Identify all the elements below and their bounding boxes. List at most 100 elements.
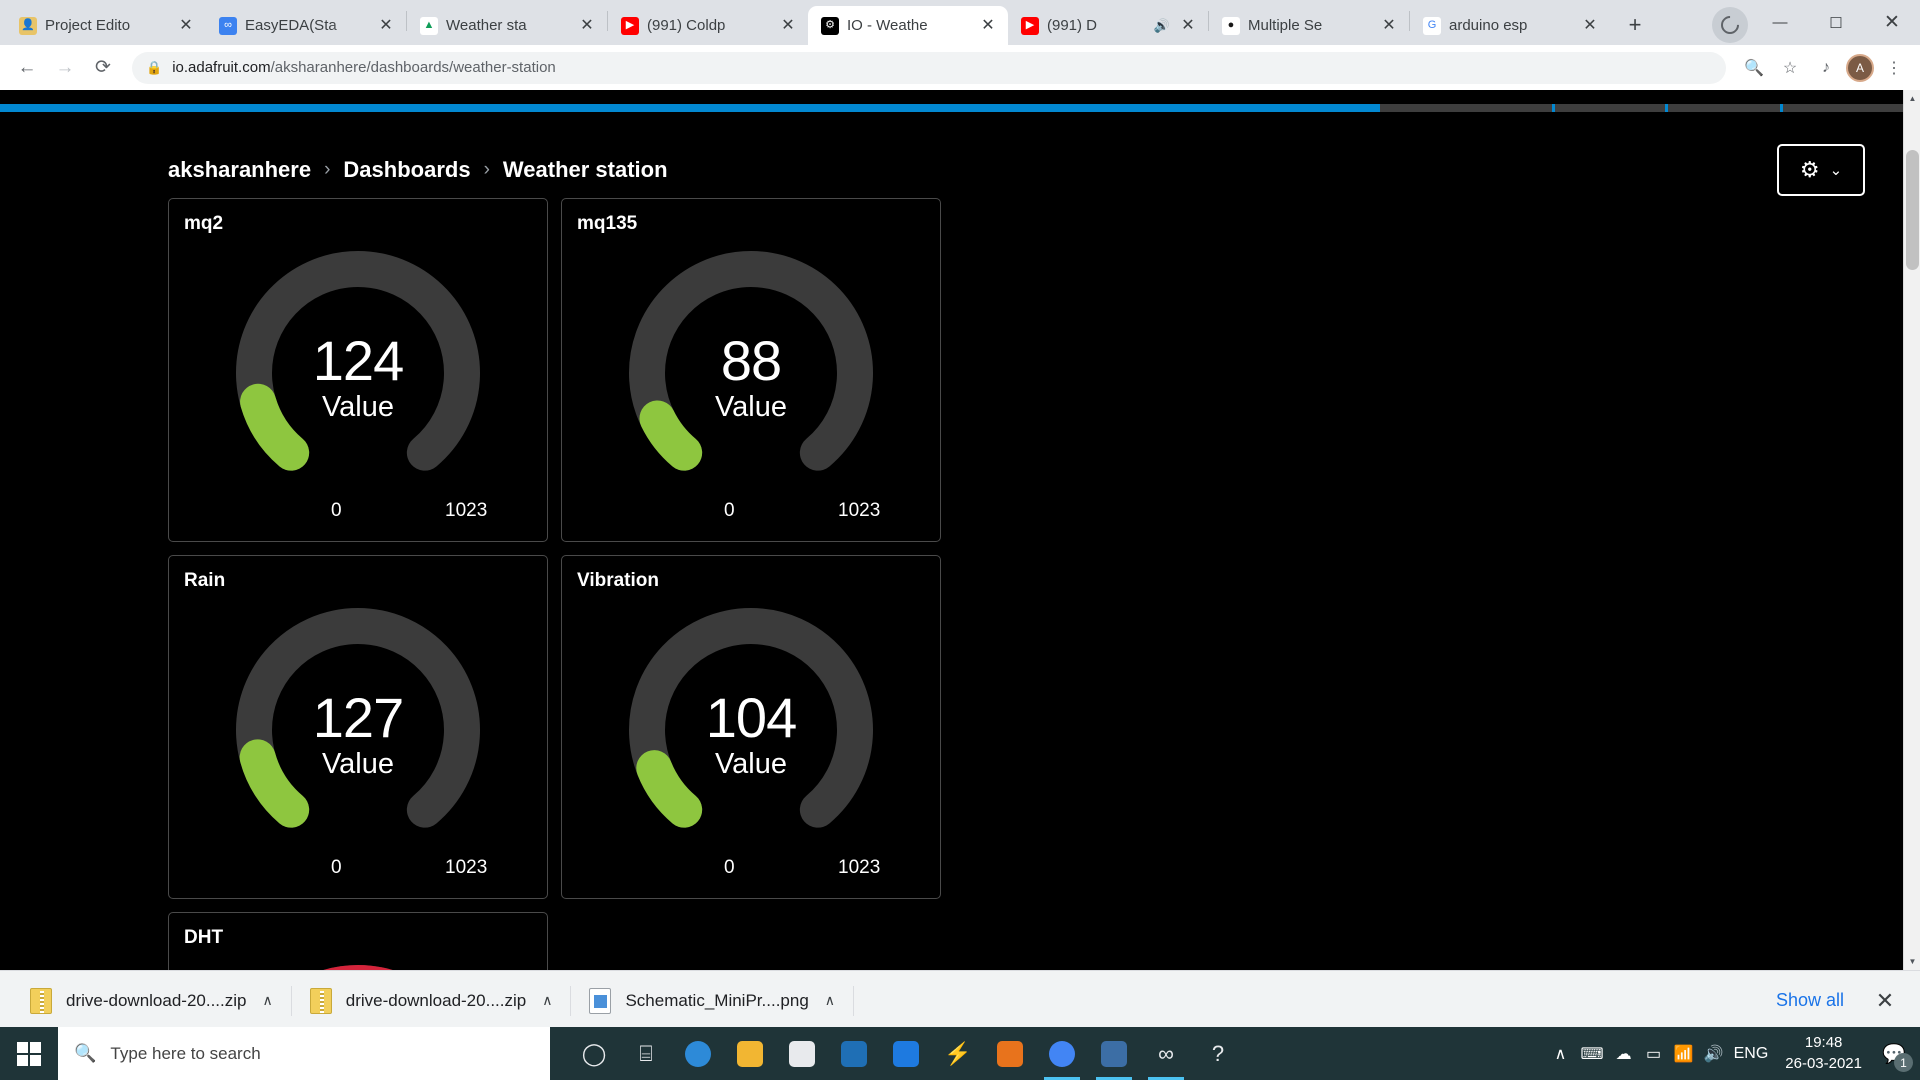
- dashboard-header: aksharanhere › Dashboards › Weather stat…: [0, 112, 1903, 198]
- gauge-area: 127 Value 0 1023: [169, 598, 547, 898]
- tray-chevron-icon[interactable]: ∧: [1546, 1027, 1576, 1080]
- gauge-mq135: 88 Value 0 1023: [606, 241, 896, 531]
- scroll-up-arrow-icon[interactable]: ▲: [1904, 90, 1920, 107]
- gauge-card-mq2[interactable]: mq2 124 Value 0 1023: [168, 198, 548, 542]
- search-icon: 🔍: [74, 1043, 97, 1063]
- zip-file-icon: [30, 987, 52, 1014]
- download-menu-caret-icon[interactable]: ∧: [262, 992, 272, 1009]
- gauge-card-rain[interactable]: Rain 127 Value 0 1023: [168, 555, 548, 899]
- tab-close-icon[interactable]: ✕: [1379, 16, 1399, 36]
- language-indicator[interactable]: ENG: [1729, 1027, 1774, 1080]
- tab-audio-icon[interactable]: 🔊: [1154, 18, 1170, 34]
- chrome-menu-icon[interactable]: ⋮: [1878, 52, 1910, 84]
- address-bar[interactable]: 🔒 io.adafruit.com/aksharanhere/dashboard…: [132, 51, 1726, 84]
- gear-icon: ⚙: [1799, 157, 1820, 182]
- download-menu-caret-icon[interactable]: ∧: [542, 992, 552, 1009]
- gauge-area: 1024Value01023: [169, 955, 547, 970]
- adafruit-io-icon: ⚙: [821, 16, 839, 35]
- arduino-ide-icon[interactable]: ∞: [1140, 1027, 1192, 1080]
- tab-close-icon[interactable]: ✕: [978, 16, 998, 36]
- taskbar-search-input[interactable]: 🔍 Type here to search: [58, 1027, 550, 1080]
- gauge-card-mq135[interactable]: mq135 88 Value 0 1023: [561, 198, 941, 542]
- browser-toolbar: ← → ⟳ 🔒 io.adafruit.com/aksharanhere/das…: [0, 45, 1920, 90]
- tray-icon-3[interactable]: 📶: [1669, 1027, 1699, 1080]
- gauge-card-dht[interactable]: DHT 1024Value01023: [168, 912, 548, 970]
- edge-icon-glyph: [685, 1040, 711, 1067]
- browser-tab-0[interactable]: 👤 Project Edito ✕: [6, 6, 206, 45]
- vlc-icon[interactable]: [984, 1027, 1036, 1080]
- media-control-icon[interactable]: ♪: [1810, 52, 1842, 84]
- close-shelf-button[interactable]: ✕: [1868, 984, 1902, 1018]
- forward-button[interactable]: →: [48, 51, 82, 85]
- cortana-icon[interactable]: ◯: [568, 1027, 620, 1080]
- gauge-grid: mq2 124 Value 0 1023 mq135 88 Value 0 1023 Rain 127…: [0, 198, 1330, 970]
- flash-icon[interactable]: ⚡: [932, 1027, 984, 1080]
- gauge-max-label: 1023: [445, 500, 488, 521]
- tab-close-icon[interactable]: ✕: [577, 16, 597, 36]
- proteus-icon[interactable]: [1088, 1027, 1140, 1080]
- gauge-card-title: Vibration: [577, 570, 659, 591]
- browser-tab-6[interactable]: ● Multiple Se ✕: [1209, 6, 1409, 45]
- tray-icon-2[interactable]: ▭: [1639, 1027, 1669, 1080]
- close-window-button[interactable]: ✕: [1864, 0, 1920, 45]
- browser-tab-2[interactable]: ▲ Weather sta ✕: [407, 6, 607, 45]
- tray-icon-0[interactable]: ⌨: [1576, 1027, 1609, 1080]
- url-host: io.adafruit.com: [172, 59, 271, 76]
- scroll-down-arrow-icon[interactable]: ▼: [1904, 953, 1920, 970]
- tab-strip: 👤 Project Edito ✕ ∞ EasyEDA(Sta ✕ ▲ Weather sta…: [0, 0, 1920, 45]
- zoom-icon[interactable]: 🔍: [1738, 52, 1770, 84]
- dropbox-icon[interactable]: [880, 1027, 932, 1080]
- download-menu-caret-icon[interactable]: ∧: [825, 992, 835, 1009]
- dashboard-settings-button[interactable]: ⚙ ⌄: [1777, 144, 1865, 196]
- microsoft-store-icon-glyph: [789, 1040, 815, 1067]
- profile-switcher-button[interactable]: [1712, 6, 1748, 43]
- image-file-icon: [589, 987, 612, 1014]
- proteus-icon-glyph: [1101, 1040, 1127, 1067]
- reload-button[interactable]: ⟳: [86, 51, 120, 85]
- browser-tab-5[interactable]: ▶ (991) D 🔊 ✕: [1008, 6, 1208, 45]
- scrollbar-thumb[interactable]: [1906, 150, 1919, 270]
- gauge-value-arc: [636, 750, 703, 828]
- tray-icon-1[interactable]: ☁: [1609, 1027, 1639, 1080]
- notification-center-button[interactable]: 💬 1: [1874, 1027, 1914, 1080]
- gauge-card-vibration[interactable]: Vibration 104 Value 0 1023: [561, 555, 941, 899]
- gauge-dial: [629, 608, 873, 828]
- maximize-button[interactable]: ☐: [1808, 0, 1864, 45]
- download-item[interactable]: Schematic_MiniPr....png ∧: [571, 979, 853, 1023]
- browser-tab-7[interactable]: Garduino esp ✕: [1410, 6, 1610, 45]
- edge-icon[interactable]: [672, 1027, 724, 1080]
- breadcrumb-item-user[interactable]: aksharanhere: [168, 157, 311, 183]
- download-item[interactable]: drive-download-20....zip ∧: [292, 979, 571, 1023]
- browser-tab-4[interactable]: ⚙ IO - Weathe ✕: [808, 6, 1008, 45]
- task-view-icon[interactable]: ⌸: [620, 1027, 672, 1080]
- chevron-down-icon: ⌄: [1829, 161, 1843, 179]
- show-all-downloads-button[interactable]: Show all: [1760, 982, 1860, 1019]
- mail-icon[interactable]: [828, 1027, 880, 1080]
- tab-close-icon[interactable]: ✕: [778, 16, 798, 36]
- file-explorer-icon[interactable]: [724, 1027, 776, 1080]
- io-header-strip: [0, 90, 1903, 104]
- tab-close-icon[interactable]: ✕: [376, 16, 396, 36]
- tray-icon-4[interactable]: 🔊: [1699, 1027, 1729, 1080]
- tab-close-icon[interactable]: ✕: [1178, 16, 1198, 36]
- bookmark-star-icon[interactable]: ☆: [1774, 52, 1806, 84]
- start-button[interactable]: [0, 1027, 58, 1080]
- gauge-value-arc: [639, 400, 703, 471]
- minimize-button[interactable]: —: [1752, 0, 1808, 45]
- chrome-icon[interactable]: [1036, 1027, 1088, 1080]
- page-scrollbar[interactable]: ▲ ▼: [1903, 90, 1920, 970]
- profile-avatar[interactable]: A: [1846, 53, 1874, 82]
- tab-close-icon[interactable]: ✕: [176, 16, 196, 36]
- help-icon[interactable]: ?: [1192, 1027, 1244, 1080]
- back-button[interactable]: ←: [10, 51, 44, 85]
- io-progress-tick-1: [1552, 104, 1555, 112]
- microsoft-store-icon[interactable]: [776, 1027, 828, 1080]
- tab-close-icon[interactable]: ✕: [1580, 16, 1600, 36]
- new-tab-button[interactable]: +: [1618, 8, 1652, 42]
- clock[interactable]: 19:48 26-03-2021: [1773, 1027, 1874, 1080]
- breadcrumb-item-dashboards[interactable]: Dashboards: [343, 157, 470, 183]
- download-item[interactable]: drive-download-20....zip ∧: [12, 979, 291, 1023]
- browser-tab-3[interactable]: ▶ (991) Coldp ✕: [608, 6, 808, 45]
- gauge-area: 88 Value 0 1023: [562, 241, 940, 541]
- browser-tab-1[interactable]: ∞ EasyEDA(Sta ✕: [206, 6, 406, 45]
